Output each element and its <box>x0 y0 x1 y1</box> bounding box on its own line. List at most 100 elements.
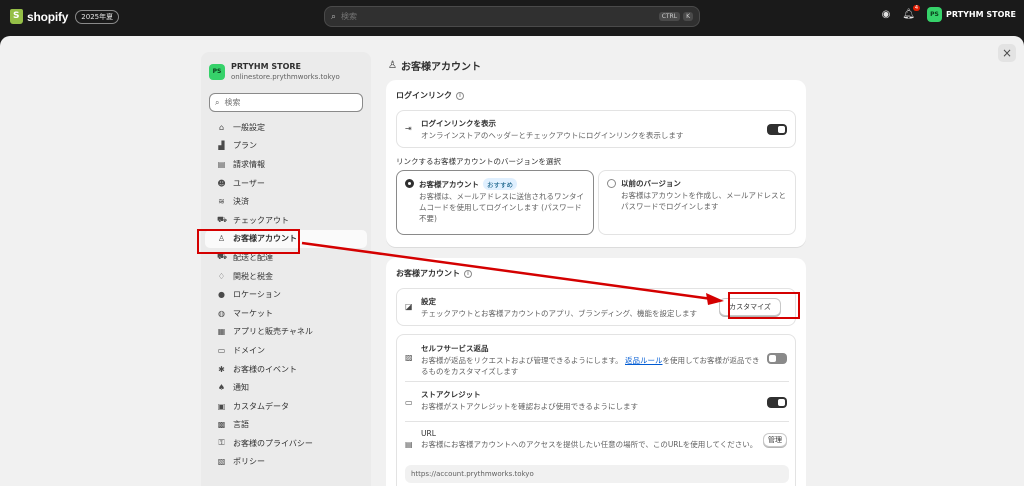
sidebar-item-locations[interactable]: ● ロケーション <box>205 285 367 304</box>
sidebar-item-checkout[interactable]: ⛟ チェックアウト <box>205 211 367 230</box>
sidebar-item-domains[interactable]: ▭ ドメイン <box>205 341 367 360</box>
manage-button[interactable]: 管理 <box>763 433 787 447</box>
sidebar-item-plan[interactable]: ▟ プラン <box>205 137 367 156</box>
show-login-link-row: ⇥ ログインリンクを表示 オンラインストアのヘッダーとチェックアウトにログインリ… <box>396 110 796 148</box>
policy-icon: ▧ <box>217 457 226 467</box>
domain-icon: ▭ <box>217 345 226 355</box>
login-link-title: ログインリンク i <box>396 90 464 101</box>
chart-icon: ▟ <box>218 141 225 151</box>
radio-legacy-accounts[interactable] <box>607 179 616 188</box>
divider <box>405 381 789 382</box>
info-icon[interactable]: i <box>456 91 464 100</box>
global-search[interactable]: ⌕ CTRL K <box>324 6 700 27</box>
sidebar-item-label: カスタムデータ <box>233 401 289 411</box>
store-avatar: PS <box>209 63 225 80</box>
divider <box>405 421 789 422</box>
sidebar-item-notifications[interactable]: ♠ 通知 <box>205 378 367 397</box>
customer-accounts-title: お客様アカウント i <box>396 268 472 279</box>
shortcut-ctrl: CTRL <box>658 12 681 21</box>
option-legacy-accounts[interactable]: 以前のバージョン お客様はアカウントを作成し、メールアドレスとパスワードでログイ… <box>598 170 796 235</box>
store-menu[interactable]: PS PRTYHM STORE <box>927 7 1016 22</box>
sidebar-item-label: マーケット <box>233 308 273 318</box>
sidebar-item-markets[interactable]: ◍ マーケット <box>205 304 367 323</box>
bell-icon[interactable]: 🔔︎ 4 <box>902 5 920 20</box>
sidebar-item-customer-events[interactable]: ✱ お客様のイベント <box>205 360 367 379</box>
sidebar-item-label: ユーザー <box>233 178 265 188</box>
person-icon: ♙ <box>388 60 397 71</box>
store-avatar: PS <box>927 7 942 22</box>
card-title-text: ログインリンク <box>396 91 452 100</box>
account-features-box: ▨ セルフサービス返品 お客様が返品をリクエストおよび管理できるようにします。 … <box>396 334 796 486</box>
sidebar-item-label: 決済 <box>233 197 249 207</box>
sidebar-item-label: アプリと販売チャネル <box>233 327 313 337</box>
topbar-actions: ◉ 🔔︎ 4 PS PRTYHM STORE <box>882 5 1016 22</box>
users-icon: ☻ <box>217 178 226 188</box>
top-bar: shopify 2025年夏 ⌕ CTRL K ◉ 🔔︎4 PS PRTYHM … <box>0 0 1024 33</box>
option-new-desc: お客様は、メールアドレスに送信されるワンタイムコードを使用してログインします (… <box>419 192 584 223</box>
account-url-field[interactable]: https://account.prythmworks.tokyo <box>405 465 789 483</box>
self-return-toggle[interactable] <box>767 353 787 364</box>
sidebar-item-users[interactable]: ☻ ユーザー <box>205 174 367 193</box>
sidebar-item-label: 請求情報 <box>233 159 265 169</box>
radio-new-accounts[interactable] <box>405 179 414 188</box>
sidebar-item-apps[interactable]: ▦ アプリと販売チャネル <box>205 323 367 342</box>
sidebar-item-label: お客様のプライバシー <box>233 438 313 448</box>
return-rules-link[interactable]: 返品ルール <box>625 356 663 365</box>
credit-icon: ▭ <box>405 398 413 407</box>
apps-icon: ▦ <box>217 327 226 337</box>
show-login-toggle[interactable] <box>767 124 787 135</box>
sidebar-store-header: PS PRTYHM STORE onlinestore.prythmworks.… <box>201 52 371 87</box>
login-icon: ⇥ <box>405 124 412 133</box>
language-icon: ▩ <box>217 420 226 430</box>
sidebar-item-custom-data[interactable]: ▣ カスタムデータ <box>205 397 367 416</box>
sidebar-item-label: ポリシー <box>233 457 265 467</box>
shortcut-k: K <box>683 12 693 21</box>
sidebar-item-label: プラン <box>233 141 257 151</box>
sidebar-search[interactable]: ⌕ <box>209 93 363 112</box>
info-icon[interactable]: i <box>464 269 472 278</box>
show-login-title: ログインリンクを表示 <box>421 119 496 128</box>
sidebar-search-input[interactable] <box>224 98 357 107</box>
self-return-desc: お客様が返品をリクエストおよび管理できるようにします。 返品ルールを使用してお客… <box>421 356 761 378</box>
sidebar-item-label: 通知 <box>233 383 249 393</box>
sidekick-icon[interactable]: ◉ <box>882 9 891 20</box>
sidebar-item-payments[interactable]: ≋ 決済 <box>205 192 367 211</box>
option-new-title: お客様アカウント <box>419 180 479 189</box>
return-icon: ▨ <box>405 353 413 362</box>
pin-icon: ● <box>218 290 225 300</box>
sidebar-item-label: ロケーション <box>233 290 281 300</box>
store-credit-toggle[interactable] <box>767 397 787 408</box>
sidebar-item-languages[interactable]: ▩ 言語 <box>205 416 367 435</box>
sidebar-item-policies[interactable]: ▧ ポリシー <box>205 453 367 472</box>
store-icon: ⌂ <box>218 122 225 132</box>
version-label: リンクするお客様アカウントのバージョンを選択 <box>396 157 561 166</box>
bell-icon: ♠ <box>217 383 226 393</box>
palette-icon: ◪ <box>405 302 413 311</box>
payment-icon: ≋ <box>218 197 225 207</box>
sidebar-item-billing[interactable]: ▤ 請求情報 <box>205 155 367 174</box>
global-search-input[interactable] <box>341 12 656 21</box>
page-title: ♙ お客様アカウント <box>388 58 481 73</box>
close-icon[interactable]: × <box>998 44 1016 62</box>
option-old-desc: お客様はアカウントを作成し、メールアドレスとパスワードでログインします <box>621 191 786 211</box>
store-credit-desc: お客様がストアクレジットを確認および使用できるようにします <box>421 402 638 411</box>
login-link-card: ログインリンク i ⇥ ログインリンクを表示 オンラインストアのヘッダーとチェッ… <box>386 80 806 247</box>
database-icon: ▣ <box>217 401 226 411</box>
shopify-bag-icon <box>10 9 23 24</box>
sidebar-item-taxes[interactable]: ♢ 関税と税金 <box>205 267 367 286</box>
shopify-logo[interactable]: shopify 2025年夏 <box>10 9 120 24</box>
sidebar-item-general[interactable]: ⌂ 一般設定 <box>205 118 367 137</box>
store-domain: onlinestore.prythmworks.tokyo <box>231 73 340 81</box>
cart-icon: ⛟ <box>217 215 228 225</box>
sidebar-nav: ⌂ 一般設定 ▟ プラン ▤ 請求情報 ☻ ユーザー ≋ 決済 ⛟ チェックアウト ♙ お客様… <box>201 118 371 471</box>
store-menu-name: PRTYHM STORE <box>946 10 1016 19</box>
lock-icon: ⚿ <box>218 438 225 448</box>
sidebar-item-privacy[interactable]: ⚿ お客様のプライバシー <box>205 434 367 453</box>
url-icon: ▤ <box>405 440 413 449</box>
sidebar-item-label: 言語 <box>233 420 249 430</box>
store-credit-title: ストアクレジット <box>421 390 481 399</box>
option-new-accounts[interactable]: お客様アカウント おすすめ お客様は、メールアドレスに送信されるワンタイムコードを… <box>396 170 594 235</box>
card-title-text: お客様アカウント <box>396 269 460 278</box>
option-old-title: 以前のバージョン <box>621 179 681 188</box>
search-icon: ⌕ <box>331 11 337 22</box>
